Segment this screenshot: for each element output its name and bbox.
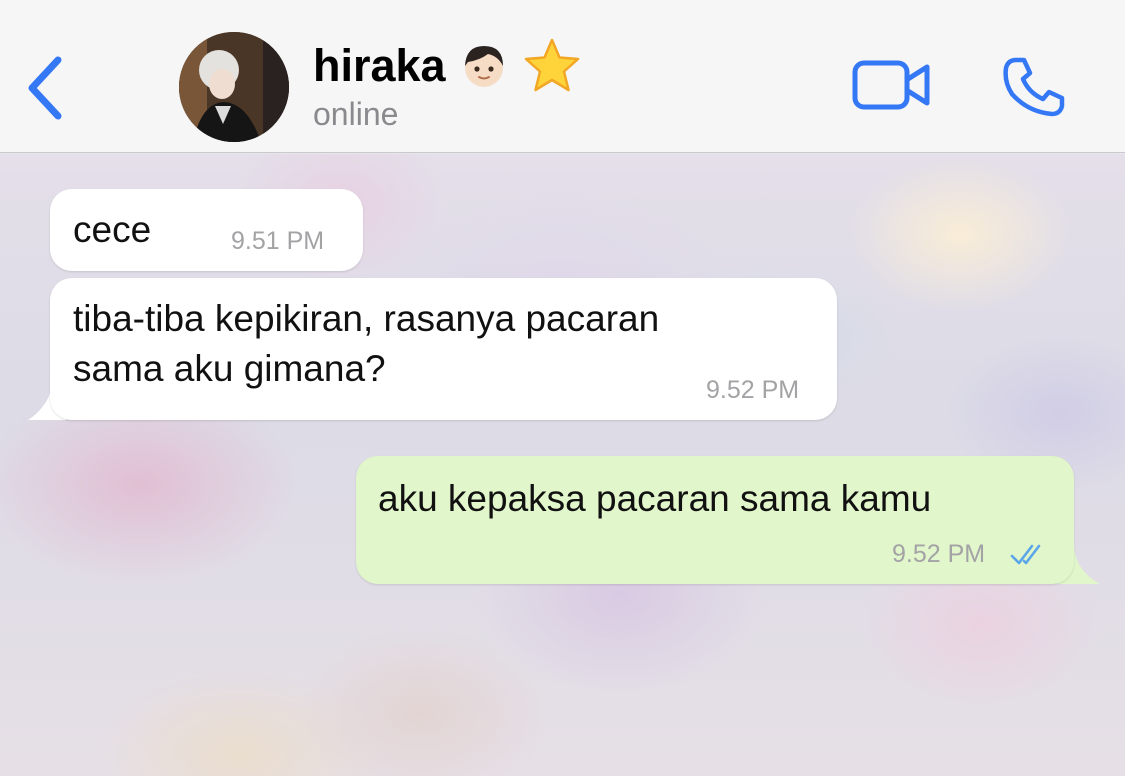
message-timestamp: 9.51 PM bbox=[231, 227, 325, 255]
message-text: cece bbox=[73, 209, 152, 250]
message-timestamp: 9.52 PM bbox=[706, 376, 800, 404]
avatar-photo bbox=[179, 32, 289, 142]
chevron-left-icon bbox=[28, 56, 62, 120]
contact-name-row[interactable]: hiraka bbox=[313, 38, 582, 94]
phone-icon bbox=[1003, 57, 1065, 117]
video-call-button[interactable] bbox=[852, 58, 932, 112]
message-text: sama aku gimana? bbox=[73, 348, 386, 389]
chat-background: cece 9.51 PM tiba-tiba kepikiran, rasany… bbox=[0, 154, 1125, 776]
message-timestamp: 9.52 PM bbox=[892, 540, 986, 568]
back-button[interactable] bbox=[22, 52, 68, 124]
boy-emoji-icon bbox=[464, 46, 503, 87]
chat-header: hiraka online bbox=[0, 0, 1125, 153]
voice-call-button[interactable] bbox=[1002, 56, 1066, 118]
message-text: aku kepaksa pacaran sama kamu bbox=[378, 478, 932, 519]
double-check-icon bbox=[1010, 544, 1041, 565]
contact-status: online bbox=[313, 96, 399, 132]
avatar[interactable] bbox=[179, 32, 289, 142]
star-emoji-icon bbox=[524, 38, 579, 92]
contact-name: hiraka bbox=[313, 40, 446, 91]
video-camera-icon bbox=[852, 60, 930, 110]
message-text: tiba-tiba kepikiran, rasanya pacaran bbox=[73, 298, 660, 339]
